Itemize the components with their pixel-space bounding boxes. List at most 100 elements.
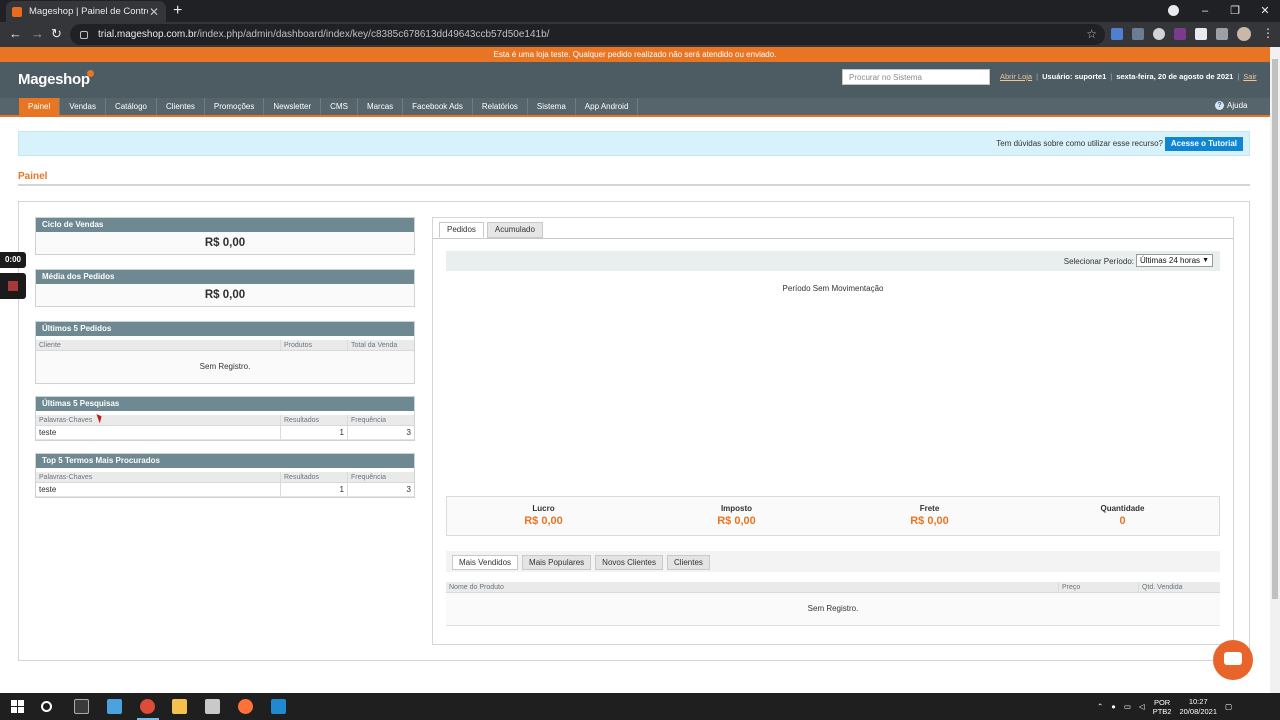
column-header[interactable]: Qtd. Vendida — [1139, 582, 1220, 592]
no-movement-message: Período Sem Movimentação — [782, 284, 884, 293]
widget-title: Média dos Pedidos — [36, 270, 414, 284]
language-indicator[interactable]: POR PTB2 — [1153, 698, 1172, 716]
tab-novos-clientes[interactable]: Novos Clientes — [595, 555, 663, 570]
notifications-icon[interactable]: ▢ — [1225, 702, 1232, 711]
window-controls: – ❐ ✕ — [1190, 0, 1280, 22]
stop-recording-button[interactable] — [0, 273, 26, 299]
period-select[interactable]: Últimas 24 horas ▼ — [1136, 254, 1213, 267]
chrome-icon[interactable] — [140, 699, 155, 714]
sales-cycle-widget: Ciclo de Vendas R$ 0,00 — [35, 217, 415, 255]
vscode-icon[interactable] — [271, 699, 286, 714]
nav-item-clientes[interactable]: Clientes — [157, 98, 205, 115]
chat-button[interactable] — [1213, 640, 1253, 680]
help-link[interactable]: ? Ajuda — [1215, 101, 1247, 110]
address-bar[interactable]: trial.mageshop.com.br/index.php/admin/da… — [70, 24, 1105, 45]
tray-chevron-icon[interactable]: ⌃ — [1097, 702, 1103, 711]
total-value: R$ 0,00 — [910, 515, 949, 527]
logout-link[interactable]: Sair — [1243, 72, 1256, 81]
browser-menu-icon[interactable]: ⋮ — [1262, 26, 1274, 40]
total-value: R$ 0,00 — [717, 515, 756, 527]
tab-acumulado[interactable]: Acumulado — [486, 222, 543, 238]
close-window-icon[interactable]: ✕ — [1250, 0, 1280, 22]
nav-item-vendas[interactable]: Vendas — [60, 98, 106, 115]
grid-header: Cliente Produtos Total da Venda — [36, 340, 414, 351]
app-icon[interactable] — [205, 699, 220, 714]
extension-icon[interactable] — [1132, 28, 1144, 40]
period-select-value: Últimas 24 horas — [1140, 256, 1201, 265]
tab-mais-vendidos[interactable]: Mais Vendidos — [452, 555, 519, 570]
gear-extension-icon[interactable] — [1153, 28, 1165, 40]
network-icon[interactable]: ▭ — [1124, 702, 1131, 711]
column-header[interactable]: Frequência — [348, 415, 414, 425]
table-row[interactable]: teste 1 3 — [36, 483, 414, 497]
mageshop-logo[interactable]: Mageshop — [18, 71, 90, 88]
file-explorer-icon[interactable] — [172, 699, 187, 714]
nav-item-painel[interactable]: Painel — [19, 98, 61, 115]
reading-list-icon[interactable] — [1216, 28, 1228, 40]
nav-item-promocoes[interactable]: Promoções — [205, 98, 265, 115]
tab-pedidos[interactable]: Pedidos — [439, 222, 484, 238]
windows-start-icon[interactable] — [10, 699, 25, 714]
app-icon[interactable] — [107, 699, 122, 714]
column-header[interactable]: Palavras-Chaves — [36, 472, 281, 482]
nav-item-app-android[interactable]: App Android — [576, 98, 639, 115]
tab-clientes[interactable]: Clientes — [666, 555, 710, 570]
profile-avatar[interactable] — [1237, 27, 1251, 41]
reload-icon[interactable]: ↻ — [51, 27, 62, 41]
puzzle-icon[interactable] — [1195, 28, 1207, 40]
nav-item-sistema[interactable]: Sistema — [528, 98, 576, 115]
close-tab-icon[interactable]: ✕ — [148, 6, 160, 18]
firefox-icon[interactable] — [238, 699, 253, 714]
lock-icon[interactable] — [80, 30, 88, 39]
scrollbar-thumb[interactable] — [1272, 59, 1278, 599]
system-search-input[interactable] — [842, 69, 990, 85]
table-row[interactable]: teste 1 3 — [36, 426, 414, 440]
extension-icon[interactable] — [1111, 28, 1123, 40]
task-view-icon[interactable] — [74, 699, 89, 714]
page-scrollbar[interactable] — [1270, 47, 1280, 693]
search-icon[interactable] — [41, 701, 52, 712]
clock[interactable]: 10:27 20/08/2021 — [1179, 697, 1217, 717]
browser-tab[interactable]: Mageshop | Painel de Controle / ✕ — [6, 1, 166, 22]
nav-item-marcas[interactable]: Marcas — [358, 98, 404, 115]
orders-chart-panel: Pedidos Acumulado Selecionar Período: Úl… — [432, 217, 1234, 645]
minimize-window-icon[interactable]: – — [1190, 0, 1220, 22]
tutorial-button[interactable]: Acesse o Tutorial — [1164, 137, 1243, 151]
nav-item-newsletter[interactable]: Newsletter — [264, 98, 322, 115]
back-arrow-icon[interactable]: ← — [9, 27, 22, 41]
column-header[interactable]: Produtos — [281, 340, 348, 350]
keyword-cell: teste — [36, 483, 281, 496]
column-header[interactable]: Resultados — [281, 472, 348, 482]
total-tax: Imposto R$ 0,00 — [640, 497, 833, 535]
open-store-link[interactable]: Abrir Loja — [1000, 72, 1032, 81]
results-cell: 1 — [281, 426, 348, 439]
column-header[interactable]: Nome do Produto — [446, 582, 1059, 592]
column-header[interactable]: Frequência — [348, 472, 414, 482]
product-tabs-bar: Mais Vendidos Mais Populares Novos Clien… — [446, 551, 1220, 572]
extension-icons — [1111, 28, 1228, 40]
extension-icon[interactable] — [1174, 28, 1186, 40]
column-header[interactable]: Palavras-Chaves — [36, 415, 281, 425]
column-header[interactable]: Preço — [1059, 582, 1139, 592]
grid-header: Nome do Produto Preço Qtd. Vendida — [446, 582, 1220, 593]
tab-search-icon[interactable] — [1168, 5, 1179, 16]
forward-arrow-icon[interactable]: → — [31, 27, 44, 41]
column-header[interactable]: Cliente — [36, 340, 281, 350]
grid-header: Palavras-Chaves Resultados Frequência — [36, 472, 414, 483]
nav-item-catalogo[interactable]: Catálogo — [106, 98, 157, 115]
microphone-icon[interactable]: ● — [1111, 702, 1116, 711]
tab-mais-populares[interactable]: Mais Populares — [522, 555, 592, 570]
total-value: 0 — [1119, 515, 1126, 527]
nav-item-facebook-ads[interactable]: Facebook Ads — [403, 98, 473, 115]
volume-icon[interactable]: ◁ — [1139, 702, 1145, 711]
bookmark-star-icon[interactable]: ☆ — [1086, 27, 1097, 41]
widget-title: Top 5 Termos Mais Procurados — [36, 454, 414, 468]
nav-item-relatorios[interactable]: Relatórios — [473, 98, 528, 115]
column-header[interactable]: Total da Venda — [348, 340, 414, 350]
restore-window-icon[interactable]: ❐ — [1220, 0, 1250, 22]
total-label: Lucro — [532, 504, 555, 513]
new-tab-button[interactable]: + — [173, 2, 182, 20]
nav-item-cms[interactable]: CMS — [321, 98, 358, 115]
stop-icon — [8, 281, 18, 291]
column-header[interactable]: Resultados — [281, 415, 348, 425]
